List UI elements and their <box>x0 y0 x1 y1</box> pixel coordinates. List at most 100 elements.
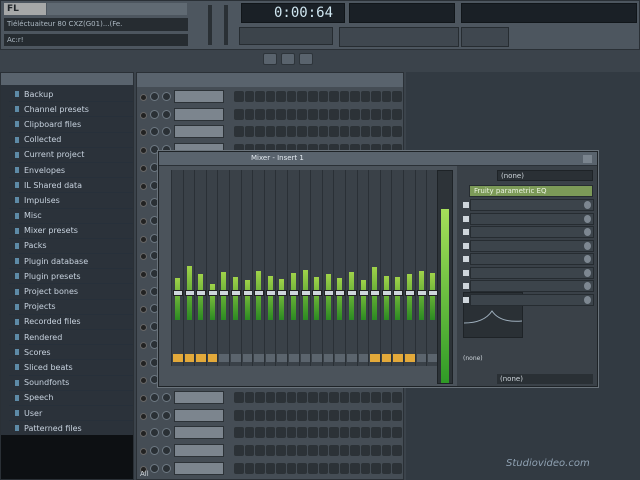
mixer-strip[interactable] <box>379 170 392 366</box>
slot-enable-checkbox[interactable] <box>463 283 469 289</box>
channel-led[interactable] <box>140 288 147 296</box>
volume-knob[interactable] <box>162 92 171 101</box>
mixer-strip[interactable] <box>403 170 415 366</box>
mixer-strip[interactable] <box>171 170 183 366</box>
channel-row[interactable] <box>140 389 402 407</box>
volume-fader[interactable] <box>231 290 241 296</box>
tool-buttons[interactable] <box>339 27 459 47</box>
route-button[interactable] <box>207 354 218 362</box>
volume-fader[interactable] <box>405 290 415 296</box>
fx-slot[interactable] <box>463 199 594 211</box>
fx-slot[interactable] <box>463 293 594 306</box>
channel-led[interactable] <box>140 217 147 225</box>
fx-slot[interactable] <box>463 266 594 279</box>
mixer-strip[interactable] <box>321 170 334 366</box>
browser-folder[interactable]: Plugin database <box>9 254 133 270</box>
volume-knob[interactable] <box>162 428 171 438</box>
route-button[interactable] <box>416 354 427 362</box>
channel-row[interactable] <box>140 442 402 460</box>
volume-fader[interactable] <box>219 290 230 296</box>
fx-slot[interactable] <box>463 212 594 225</box>
route-button[interactable] <box>254 354 265 362</box>
slot-mix-knob[interactable] <box>584 282 591 290</box>
route-button[interactable] <box>196 354 207 362</box>
route-button[interactable] <box>393 354 404 362</box>
fx-slot[interactable] <box>463 226 594 238</box>
browser-folder[interactable]: Clipboard files <box>9 117 133 133</box>
browser-folder[interactable]: User <box>9 406 133 422</box>
route-button[interactable] <box>219 354 230 362</box>
channel-led[interactable] <box>140 200 147 208</box>
volume-fader[interactable] <box>323 290 334 296</box>
mixer-strip[interactable] <box>310 170 323 366</box>
stop-button[interactable] <box>281 53 295 65</box>
browser-folder[interactable]: Recorded files <box>9 315 133 330</box>
mixer-strip[interactable] <box>391 170 404 366</box>
pan-knob[interactable] <box>150 92 159 101</box>
slot-enable-checkbox[interactable] <box>463 242 469 249</box>
browser-folder[interactable]: Backup <box>9 87 133 103</box>
close-icon[interactable] <box>583 155 592 163</box>
browser-folder[interactable]: IL Shared data <box>9 178 133 194</box>
channel-row[interactable] <box>140 460 402 478</box>
channel-row[interactable] <box>140 407 402 425</box>
channel-button[interactable] <box>174 390 224 404</box>
slot-mix-knob[interactable] <box>584 255 591 263</box>
step-buttons[interactable] <box>234 427 402 439</box>
slot-mix-knob[interactable] <box>584 228 591 236</box>
browser-folder[interactable]: Scores <box>9 345 133 361</box>
mixer-strip[interactable] <box>345 170 357 366</box>
mixer-strip[interactable] <box>194 170 207 366</box>
shortcut-panel[interactable] <box>461 27 509 47</box>
mixer-strip[interactable] <box>287 170 299 366</box>
channel-led[interactable] <box>140 430 147 438</box>
browser-folder[interactable]: Plugin presets <box>9 269 133 285</box>
channel-row[interactable] <box>140 424 402 442</box>
route-button[interactable] <box>300 354 311 362</box>
channel-row[interactable] <box>140 88 402 106</box>
browser-folder[interactable]: Speech <box>9 391 133 406</box>
mixer-strip[interactable] <box>240 170 253 366</box>
browser-folder[interactable]: Channel presets <box>9 102 133 118</box>
route-button[interactable] <box>289 354 299 362</box>
slot-mix-knob[interactable] <box>584 268 591 277</box>
channel-led[interactable] <box>140 306 147 314</box>
browser-folder[interactable]: Impulses <box>9 193 133 209</box>
mixer-strip[interactable] <box>252 170 265 366</box>
mixer-strip[interactable] <box>205 170 218 366</box>
volume-fader[interactable] <box>173 290 183 296</box>
volume-fader[interactable] <box>312 290 323 296</box>
channel-button[interactable] <box>174 461 224 475</box>
route-button[interactable] <box>242 354 253 362</box>
step-buttons[interactable] <box>234 91 402 102</box>
channel-button[interactable] <box>174 426 224 440</box>
channel-led[interactable] <box>140 129 147 137</box>
time-display[interactable]: 0:00:64 <box>241 3 345 23</box>
pan-knob[interactable] <box>150 410 159 420</box>
route-button[interactable] <box>370 354 381 362</box>
mixer-strip[interactable] <box>298 170 311 366</box>
slot-enable-checkbox[interactable] <box>463 269 469 276</box>
route-button[interactable] <box>405 354 415 362</box>
master-volume-slider[interactable] <box>208 5 212 45</box>
channel-led[interactable] <box>140 94 147 101</box>
pan-knob[interactable] <box>150 392 159 402</box>
record-button[interactable] <box>299 53 313 65</box>
mixer-titlebar[interactable]: Mixer - Insert 1 <box>159 152 597 166</box>
route-button[interactable] <box>347 354 357 362</box>
step-buttons[interactable] <box>234 445 402 456</box>
volume-fader[interactable] <box>277 290 288 296</box>
pattern-bar[interactable]: Ac:r! <box>4 34 188 46</box>
volume-knob[interactable] <box>162 410 171 420</box>
browser-folder[interactable]: Collected <box>9 133 133 148</box>
browser-folder[interactable]: Mixer presets <box>9 224 133 239</box>
browser-folder[interactable]: Packs <box>9 239 133 255</box>
pan-knob[interactable] <box>150 127 159 137</box>
slot-enable-checkbox[interactable] <box>463 215 469 222</box>
route-button[interactable] <box>323 354 334 362</box>
channel-button[interactable] <box>174 107 224 121</box>
volume-knob[interactable] <box>162 463 171 473</box>
route-button[interactable] <box>184 354 195 362</box>
route-button[interactable] <box>312 354 323 362</box>
mixer-strip[interactable] <box>217 170 230 366</box>
